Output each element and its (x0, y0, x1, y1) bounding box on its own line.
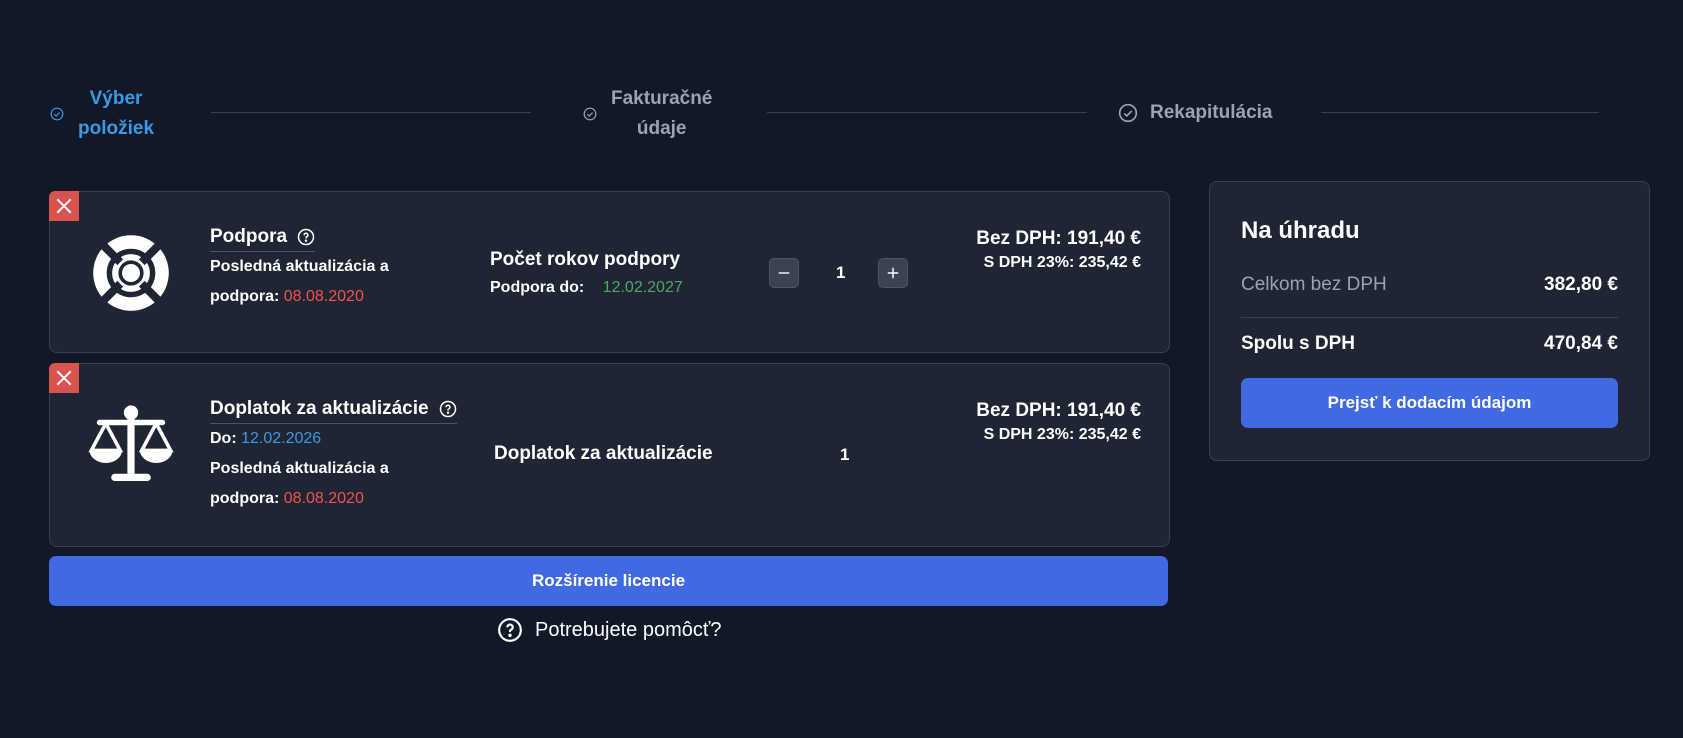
help-link[interactable]: Potrebujete pomôcť? (497, 617, 722, 643)
summary-gross-row: Spolu s DPH 470,84 € (1241, 333, 1618, 355)
valid-to-date: 12.02.2026 (241, 430, 322, 447)
price-gross: S DPH 23%: 235,42 € (983, 254, 1141, 271)
check-circle-icon (583, 107, 597, 121)
item-info: Doplatok za aktualizácie Do: 12.02.2026 … (210, 398, 457, 514)
support-until-date: 12.02.2027 (602, 279, 683, 296)
cart-item-update-surcharge: Doplatok za aktualizácie Do: 12.02.2026 … (49, 363, 1170, 547)
valid-to-label: Do: (210, 430, 242, 447)
extend-license-button[interactable]: Rozšírenie licencie (49, 556, 1168, 606)
quantity-value: 1 (836, 263, 846, 282)
minus-icon (778, 272, 790, 274)
step-item-selection[interactable]: Výber položiek (50, 84, 154, 144)
step-connector (1321, 112, 1599, 113)
last-update-label: Posledná aktualizácia a (210, 460, 389, 477)
surcharge-title: Doplatok za aktualizácie (494, 443, 713, 464)
step-label-line2: položiek (78, 118, 155, 139)
item-name: Doplatok za aktualizácie (210, 398, 457, 424)
decrease-quantity-button[interactable] (769, 258, 799, 288)
net-total-value: 382,80 € (1544, 274, 1618, 295)
summary-divider (1241, 317, 1618, 318)
gross-total-value: 470,84 € (1544, 333, 1618, 354)
help-text: Potrebujete pomôcť? (535, 618, 722, 641)
cart-item-support: Podpora Posledná aktualizácia a podpora:… (49, 191, 1170, 353)
item-price: Bez DPH: 191,40 € S DPH 23%: 235,42 € (976, 400, 1141, 444)
quantity-value: 1 (840, 445, 850, 464)
support-label: podpora: (210, 288, 284, 305)
checkout-stepper: Výber položiek Fakturačné údaje Rekapitu… (50, 84, 1600, 144)
increase-quantity-button[interactable] (878, 258, 908, 288)
question-circle-icon (497, 617, 523, 643)
summary-net-row: Celkom bez DPH 382,80 € (1241, 274, 1618, 296)
support-date: 08.08.2020 (283, 288, 364, 305)
step-label-line1: Rekapitulácia (1150, 102, 1273, 123)
item-name-text: Doplatok za aktualizácie (210, 398, 429, 419)
item-name: Podpora (210, 226, 316, 252)
support-label: podpora: (210, 490, 284, 507)
close-icon (56, 370, 72, 386)
step-billing[interactable]: Fakturačné údaje (583, 84, 712, 144)
item-price: Bez DPH: 191,40 € S DPH 23%: 235,42 € (976, 228, 1141, 272)
check-circle-icon (50, 107, 64, 121)
last-update-label: Posledná aktualizácia a (210, 258, 389, 275)
plus-icon (887, 267, 899, 279)
support-until: Podpora do: 12.02.2027 (490, 279, 683, 297)
step-label-line1: Fakturačné (611, 88, 713, 109)
valid-to-line: Do: 12.02.2026 (210, 424, 457, 454)
support-years-title: Počet rokov podpory (490, 249, 681, 270)
step-summary[interactable]: Rekapitulácia (1118, 98, 1273, 128)
step-label-line2: údaje (636, 118, 687, 139)
question-circle-icon[interactable] (297, 228, 315, 246)
step-connector (211, 112, 531, 113)
scales-icon (86, 400, 176, 490)
summary-title: Na úhradu (1241, 217, 1360, 244)
support-line: podpora: 08.08.2020 (210, 484, 457, 514)
support-date: 08.08.2020 (283, 490, 364, 507)
gross-total-label: Spolu s DPH (1241, 333, 1356, 354)
price-gross: S DPH 23%: 235,42 € (983, 426, 1141, 443)
net-total-label: Celkom bez DPH (1241, 274, 1387, 295)
price-net: Bez DPH: 191,40 € (976, 400, 1141, 421)
step-connector (767, 112, 1087, 113)
support-line: podpora: 08.08.2020 (210, 282, 389, 312)
step-label-line1: Výber (89, 88, 143, 109)
price-net: Bez DPH: 191,40 € (976, 228, 1141, 249)
item-name-text: Podpora (210, 226, 288, 247)
close-icon (56, 198, 72, 214)
check-circle-icon (1118, 103, 1138, 123)
item-info: Podpora Posledná aktualizácia a podpora:… (210, 226, 389, 312)
question-circle-icon[interactable] (439, 400, 457, 418)
remove-item-button[interactable] (49, 191, 79, 221)
support-until-label: Podpora do: (490, 279, 585, 296)
remove-item-button[interactable] (49, 363, 79, 393)
payment-summary: Na úhradu Celkom bez DPH 382,80 € Spolu … (1209, 181, 1650, 461)
lifebuoy-icon (86, 228, 176, 318)
continue-to-delivery-button[interactable]: Prejsť k dodacím údajom (1241, 378, 1618, 428)
